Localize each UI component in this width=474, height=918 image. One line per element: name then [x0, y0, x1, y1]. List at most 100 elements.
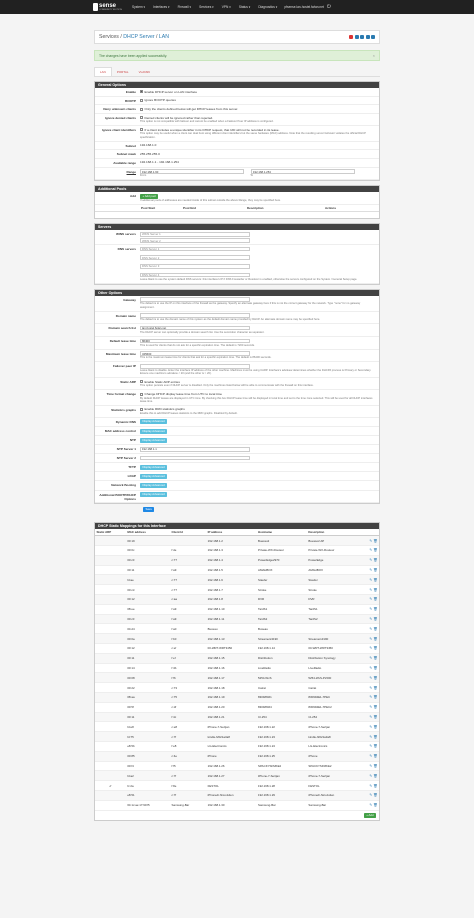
table-row[interactable]: 00:cd c:77 192.168.1.7 Stroke Stroke ✎ 🗑 — [95, 584, 379, 595]
statistics-checkbox[interactable] — [140, 407, 143, 411]
table-row[interactable]: 00:0c f:de 192.168.1.3 Private-WX-Routeur Pr… — [95, 545, 379, 556]
table-row[interactable]: 64:1c:ae:17:90:f5 Samsung-Bar 192.168.1.30… — [95, 800, 379, 811]
menu-firewall[interactable]: Firewall ▾ — [175, 5, 194, 9]
close-icon[interactable]: × — [373, 53, 375, 58]
option-checkbox[interactable] — [140, 98, 143, 102]
table-row[interactable]: 08:aa c:75 192.168.1.19 8309/8461 830994E1-7… — [95, 692, 379, 703]
table-row[interactable]: 00:c0 c:77 192.168.1.4 PowerEdge2970 PowerEd… — [95, 555, 379, 566]
delete-icon[interactable]: 🗑 — [373, 588, 377, 592]
delete-icon[interactable]: 🗑 — [373, 627, 377, 631]
ntp-server-1-input[interactable]: 192.168.1.1 — [140, 446, 250, 452]
table-row[interactable]: 00:5f c:df 192.168.1.20 8309/8464 830994E1-7… — [95, 702, 379, 713]
dynamic-dns-advanced-button[interactable]: Display Advanced — [140, 419, 168, 425]
edit-icon[interactable]: ✎ — [369, 695, 372, 699]
status-icon[interactable] — [354, 35, 359, 39]
delete-icon[interactable]: 🗑 — [373, 735, 377, 739]
range-from-input[interactable]: 192.168.1.60 — [140, 169, 244, 174]
delete-icon[interactable]: 🗑 — [373, 803, 377, 807]
table-row[interactable]: 00:22 c:73 192.168.1.18 Cairat Cairat ✎ 🗑 — [95, 682, 379, 693]
delete-icon[interactable]: 🗑 — [373, 695, 377, 699]
option-checkbox[interactable] — [140, 107, 143, 111]
table-row[interactable]: 00:11 f:a9 192.168.1.5 AMAHBOX AMAHBOX ✎ 🗑 — [95, 565, 379, 576]
table-row[interactable]: 00:11 f:4c 192.168.1.21 Cl-254 Cl-254 ✎ 🗑 — [95, 712, 379, 723]
ntp-advanced-button[interactable]: Display Advanced — [140, 437, 168, 443]
delete-icon[interactable]: 🗑 — [373, 744, 377, 748]
delete-icon[interactable]: 🗑 — [373, 705, 377, 709]
delete-icon[interactable]: 🗑 — [373, 578, 377, 582]
option-checkbox[interactable] — [140, 116, 143, 120]
table-row[interactable]: 00:f4 f:f5 192.168.1.26 SPACKYSFMKE2 SPACKYS… — [95, 761, 379, 772]
edit-icon[interactable]: ✎ — [369, 686, 372, 690]
dns-server-1-input[interactable]: DNS Server 1 — [140, 246, 250, 252]
delete-icon[interactable]: 🗑 — [373, 597, 377, 601]
wins-server-1-input[interactable]: WINS Server 1 — [140, 231, 250, 237]
edit-icon[interactable]: ✎ — [369, 774, 372, 778]
edit-icon[interactable]: ✎ — [369, 725, 372, 729]
table-row[interactable]: 00:c0 f:a9 192.168.1.11 TardS2 TardS2 ✎ 🗑 — [95, 614, 379, 625]
option-checkbox[interactable] — [140, 128, 143, 132]
dns-server-3-input[interactable]: DNS Server 3 — [140, 263, 250, 269]
delete-icon[interactable]: 🗑 — [373, 715, 377, 719]
table-row[interactable]: 00:08 f:f6 192.168.1.17 5254-WxS 5254-WxS-PL… — [95, 672, 379, 684]
edit-icon[interactable]: ✎ — [369, 637, 372, 641]
delete-icon[interactable]: 🗑 — [373, 558, 377, 562]
menu-status[interactable]: Status ▾ — [236, 5, 254, 9]
tab-vlan99[interactable]: VLAN99 — [134, 68, 155, 76]
table-row[interactable]: 00:0a f:b0 192.168.1.13 Streamers3190 Stream… — [95, 633, 379, 644]
edit-icon[interactable]: ✎ — [369, 705, 372, 709]
edit-icon[interactable]: ✎ — [369, 793, 372, 797]
table-row[interactable]: ✔ fc:2a f:8e FESTOL 192.168.1.28 FESTOL ✎ 🗑 — [95, 780, 379, 791]
table-row[interactable]: 00:12 c:ef 00-WRT-WRT3450 192.168.1.14 00-WR… — [95, 643, 379, 654]
table-row[interactable]: fd:ae c:77 192.168.1.6 Staufer Staufer ✎ 🗑 — [95, 574, 379, 586]
edit-icon[interactable]: ✎ — [369, 646, 372, 650]
edit-icon[interactable]: ✎ — [369, 607, 372, 611]
pfsense-logo[interactable]: sense COMMUNITY EDITION — [93, 2, 127, 12]
edit-icon[interactable]: ✎ — [369, 735, 372, 739]
delete-icon[interactable]: 🗑 — [373, 784, 377, 788]
delete-icon[interactable]: 🗑 — [373, 793, 377, 797]
delete-icon[interactable]: 🗑 — [373, 676, 377, 680]
edit-icon[interactable]: ✎ — [369, 656, 372, 660]
table-row[interactable]: e8:51 c:f7 iPhonedr-NicoJulien 192.168.1.29… — [95, 790, 379, 801]
edit-icon[interactable]: ✎ — [369, 754, 372, 758]
table-row[interactable]: 08:ee f:a9 192.168.1.10 TardS1 TardS1 ✎ 🗑 — [95, 604, 379, 615]
edit-icon[interactable]: ✎ — [369, 627, 372, 631]
network-booting-advanced-button[interactable]: Display Advanced — [140, 482, 168, 488]
logout-icon[interactable]: ⏻ — [327, 4, 331, 10]
reload-icon[interactable] — [349, 35, 353, 39]
edit-icon[interactable]: ✎ — [369, 744, 372, 748]
delete-icon[interactable]: 🗑 — [373, 754, 377, 758]
menu-interfaces[interactable]: Interfaces ▾ — [150, 5, 172, 9]
range-to-input[interactable]: 192.168.1.254 — [250, 169, 355, 174]
table-row[interactable]: fd:e8 c:e8 iPhone-7-Sertjan 192.168.1.22 iPh… — [95, 721, 379, 733]
mac-control-advanced-button[interactable]: Display Advanced — [140, 428, 168, 434]
delete-icon[interactable]: 🗑 — [373, 637, 377, 641]
delete-icon[interactable]: 🗑 — [373, 764, 377, 768]
menu-vpn[interactable]: VPN ▾ — [219, 5, 234, 9]
table-row[interactable]: fd:75 c:f7 kindle-f2021a3a8 192.168.1.23 kin… — [95, 731, 379, 742]
ldap-advanced-button[interactable]: Display Advanced — [140, 473, 168, 479]
edit-icon[interactable]: ✎ — [369, 676, 372, 680]
wins-server-2-input[interactable]: WINS Server 2 — [140, 238, 250, 243]
tab-lan[interactable]: LAN — [94, 67, 112, 76]
table-row[interactable]: 00:12 c:aa 192.168.1.8 DVR DVR ✎ 🗑 — [95, 594, 379, 605]
tftp-advanced-button[interactable]: Display Advanced — [140, 464, 168, 470]
ntp-server-2-input[interactable] — [140, 455, 250, 461]
domain-search-input[interactable]: lan-hostel.fwlan.net — [140, 325, 250, 331]
breadcrumb-lan[interactable]: LAN — [159, 34, 169, 40]
time-format-checkbox[interactable] — [140, 392, 143, 396]
menu-services[interactable]: Services ▾ — [196, 5, 217, 9]
menu-system[interactable]: System ▾ — [129, 5, 148, 9]
menu-diagnostics[interactable]: Diagnostics ▾ — [255, 5, 280, 9]
table-row[interactable]: 00:14 f:4b 192.168.1.16 LiveRadio LiveRadio ✎… — [95, 663, 379, 674]
tab-portal[interactable]: PORTAL — [112, 68, 134, 76]
help-icon[interactable] — [371, 35, 375, 39]
edit-icon[interactable]: ✎ — [369, 715, 372, 719]
bootp-options-advanced-button[interactable]: Display Advanced — [140, 492, 168, 498]
delete-icon[interactable]: 🗑 — [373, 539, 377, 543]
edit-icon[interactable]: ✎ — [369, 764, 372, 768]
option-checkbox[interactable] — [140, 90, 143, 94]
edit-icon[interactable]: ✎ — [369, 548, 372, 552]
table-row[interactable]: fd:a2 c:f7 192.168.1.27 iPhone-7-Sertjan iPh… — [95, 770, 379, 782]
edit-icon[interactable]: ✎ — [369, 539, 372, 543]
